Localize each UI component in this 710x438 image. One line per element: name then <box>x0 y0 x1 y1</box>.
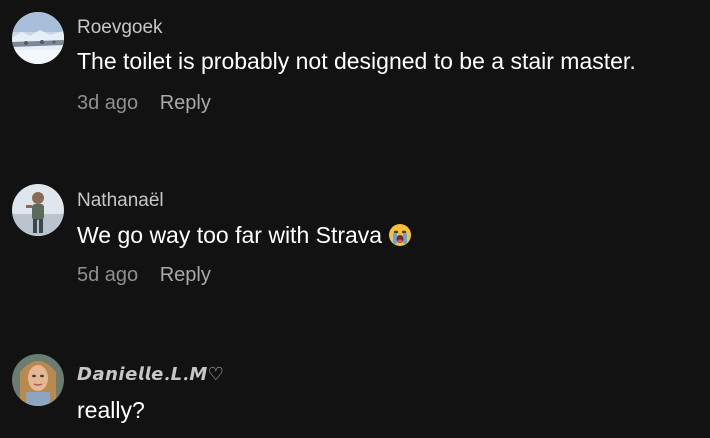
loudly-crying-face-emoji-icon <box>388 223 412 253</box>
woman-selfie-icon <box>12 354 64 406</box>
comment-item: Roevgoek The toilet is probably not desi… <box>0 0 710 140</box>
comment-text-row: We go way too far with Strava <box>77 222 412 253</box>
comment-meta: 3d ago Reply <box>77 92 211 115</box>
user-avatar[interactable] <box>12 354 64 406</box>
user-avatar[interactable] <box>12 12 64 64</box>
comment-timestamp: 5d ago <box>77 264 139 286</box>
reply-button[interactable]: Reply <box>160 264 211 286</box>
user-avatar[interactable] <box>12 184 64 236</box>
reply-button[interactable]: Reply <box>160 92 211 114</box>
comment-timestamp: 3d ago <box>77 92 139 114</box>
comment-item: 𝘿𝙖𝙣𝙞𝙚𝙡𝙡𝙚.𝙇.𝙈♡ really? <box>0 340 710 438</box>
comment-username[interactable]: Roevgoek <box>77 17 163 39</box>
comment-text: The toilet is probably not designed to b… <box>77 48 636 74</box>
comment-username[interactable]: Nathanaël <box>77 190 164 212</box>
comment-item: Nathanaël We go way too far with Strava … <box>0 170 710 310</box>
comment-username[interactable]: 𝘿𝙖𝙣𝙞𝙚𝙡𝙡𝙚.𝙇.𝙈♡ <box>77 364 224 385</box>
comment-text: We go way too far with Strava <box>77 222 383 248</box>
snowy-landscape-icon <box>12 12 64 64</box>
comment-meta: 5d ago Reply <box>77 264 211 287</box>
person-photo-icon <box>12 184 64 236</box>
comment-text: really? <box>77 397 145 423</box>
